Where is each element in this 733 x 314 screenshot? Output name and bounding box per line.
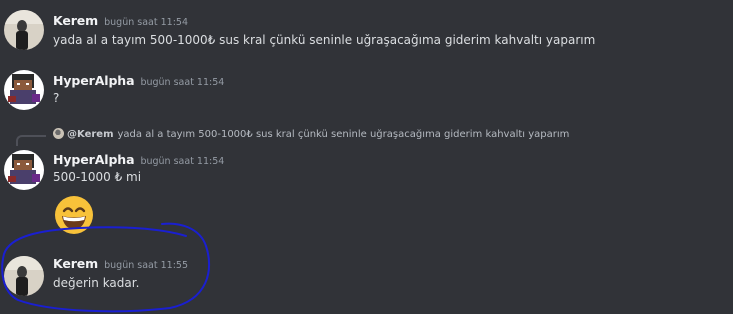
message-text: 500-1000 ₺ mi [53,170,142,184]
username[interactable]: Kerem [53,256,98,271]
message-header: Kerem bugün saat 11:54 [53,12,188,31]
timestamp: bugün saat 11:55 [104,260,188,271]
reply-text[interactable]: yada al a tayım 500-1000₺ sus kral çünkü… [118,129,570,140]
message-kerem-2[interactable]: Kerem bugün saat 11:55 değerin kadar. [0,244,733,314]
message-header: Kerem bugün saat 11:55 [53,255,188,274]
reply-username[interactable]: @Kerem [67,129,114,140]
avatar-hyperalpha[interactable] [4,70,44,110]
timestamp: bugün saat 11:54 [104,17,188,28]
username[interactable]: Kerem [53,13,98,28]
chat-message-list: Kerem bugün saat 11:54 yada al a tayım 50… [0,0,733,314]
avatar-kerem[interactable] [4,256,44,296]
reply-preview[interactable]: @Kerem yada al a tayım 500-1000₺ sus kral… [53,128,569,142]
reply-avatar [53,128,64,139]
avatar-kerem[interactable] [4,10,44,50]
message-header: HyperAlpha bugün saat 11:54 [53,72,224,91]
message-hyperalpha-2[interactable]: HyperAlpha bugün saat 11:54 500-1000 ₺ mi [0,144,733,236]
avatar-hyperalpha[interactable] [4,150,44,190]
username[interactable]: HyperAlpha [53,73,135,88]
message-text: değerin kadar. [53,276,140,290]
message-hyperalpha-1[interactable]: HyperAlpha bugün saat 11:54 ? [0,62,733,122]
username[interactable]: HyperAlpha [53,152,135,167]
message-text: yada al a tayım 500-1000₺ sus kral çünkü… [53,33,596,47]
grinning-face-with-smiling-eyes-icon[interactable] [54,195,94,235]
message-header: HyperAlpha bugün saat 11:54 [53,151,224,170]
timestamp: bugün saat 11:54 [140,156,225,167]
timestamp: bugün saat 11:54 [140,77,225,88]
message-kerem-1[interactable]: Kerem bugün saat 11:54 yada al a tayım 50… [0,0,733,62]
message-text: ? [53,91,60,105]
